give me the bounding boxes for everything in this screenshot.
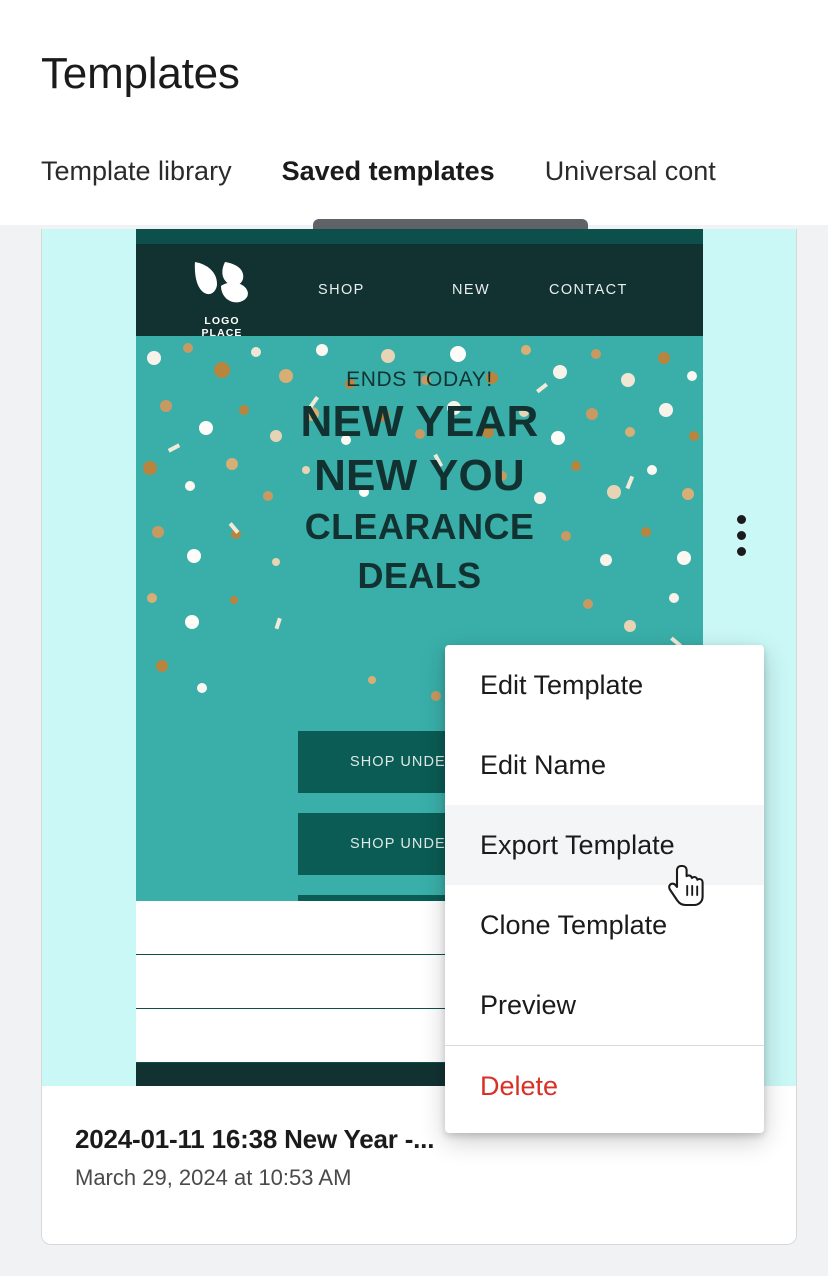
page-header: Templates Template library Saved templat…: [0, 0, 828, 231]
kebab-dot-1: [736, 514, 746, 524]
tab-template-library[interactable]: Template library: [41, 155, 232, 187]
template-modified-date: March 29, 2024 at 10:53 AM: [75, 1165, 352, 1190]
email-nav-link-new[interactable]: NEW: [452, 282, 490, 298]
kebab-dot-2: [736, 530, 746, 540]
email-nav-link-shop[interactable]: SHOP: [318, 282, 365, 298]
menu-item-export-template[interactable]: Export Template: [445, 805, 764, 885]
more-vert-icon[interactable]: [722, 512, 760, 558]
menu-item-preview[interactable]: Preview: [445, 965, 764, 1045]
email-hero-text: ENDS TODAY! NEW YEAR NEW YOU CLEARANCE D…: [136, 336, 703, 597]
kebab-dot-3: [736, 546, 746, 556]
hero-line-3: CLEARANCE: [304, 506, 535, 548]
leaf-logo-icon: LOGO PLACE: [187, 260, 259, 339]
menu-item-edit-template[interactable]: Edit Template: [445, 645, 764, 725]
hero-line-1: NEW YEAR: [300, 397, 539, 446]
email-nav-bar: LOGO PLACE SHOP NEW CONTACT: [136, 244, 703, 339]
tab-saved-templates[interactable]: Saved templates: [282, 155, 495, 187]
template-context-menu[interactable]: Edit Template Edit Name Export Template …: [445, 645, 764, 1133]
template-name: 2024-01-11 16:38 New Year -...: [75, 1124, 435, 1154]
email-nav-link-contact[interactable]: CONTACT: [549, 282, 628, 298]
page-title: Templates: [41, 49, 240, 98]
tab-bar: Template library Saved templates Univers…: [41, 155, 828, 201]
hero-line-4: DEALS: [357, 555, 482, 597]
menu-item-clone-template[interactable]: Clone Template: [445, 885, 764, 965]
hero-kicker: ENDS TODAY!: [346, 368, 493, 391]
hero-line-2: NEW YOU: [314, 450, 525, 500]
menu-item-edit-name[interactable]: Edit Name: [445, 725, 764, 805]
tab-universal-content[interactable]: Universal cont: [545, 155, 716, 187]
menu-item-delete[interactable]: Delete: [445, 1046, 764, 1126]
email-top-strip: [136, 229, 703, 244]
